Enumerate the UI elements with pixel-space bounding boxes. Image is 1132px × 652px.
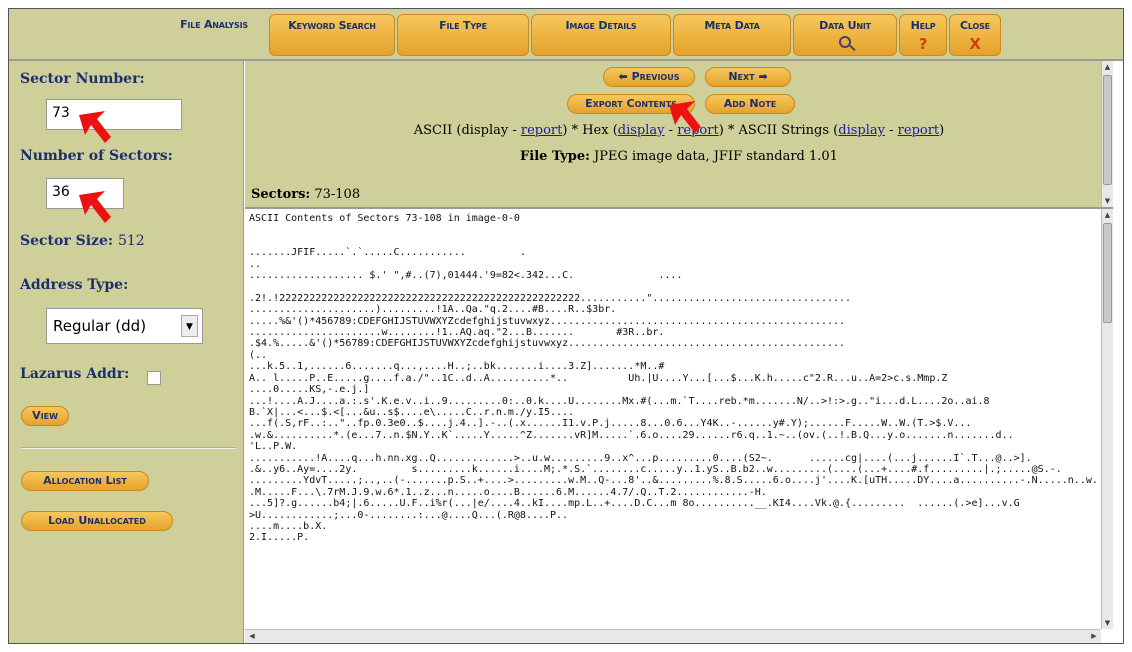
annotation-arrow-icon — [669, 101, 701, 133]
scroll-down-icon[interactable]: ▼ — [1102, 617, 1113, 629]
menu-label: File Analysis — [180, 18, 248, 31]
strings-display-link[interactable]: display — [838, 123, 885, 138]
sectors-label: Sectors: — [251, 187, 311, 202]
panel-scrollbar[interactable]: ▲ ▼ — [1101, 61, 1113, 207]
menu-label: Image Details — [565, 19, 637, 32]
help-icon: ? — [918, 35, 928, 53]
next-label: Next — [728, 70, 755, 83]
separator-dash: - — [884, 123, 898, 138]
sidebar: Sector Number: 73 Number of Sectors: 36 … — [9, 61, 244, 643]
sector-size-label: Sector Size: — [20, 233, 114, 249]
menu-meta-data[interactable]: Meta Data — [673, 14, 791, 56]
view-button[interactable]: View — [21, 406, 69, 426]
scroll-down-icon[interactable]: ▼ — [1102, 195, 1113, 207]
strings-label: ) * ASCII Strings ( — [718, 123, 839, 138]
annotation-arrow-icon — [79, 111, 111, 143]
menu-label: Close — [960, 19, 990, 32]
scroll-thumb[interactable] — [1103, 223, 1112, 323]
close-icon: X — [969, 35, 981, 53]
hex-label: ) * Hex ( — [562, 123, 618, 138]
menu-file-type[interactable]: File Type — [397, 14, 529, 56]
close-paren: ) — [939, 123, 945, 138]
arrow-left-icon: ⬅ — [618, 70, 628, 83]
address-type-select[interactable]: Regular (dd) ▼ — [46, 308, 203, 344]
scroll-up-icon[interactable]: ▲ — [1102, 209, 1113, 221]
strings-report-link[interactable]: report — [898, 123, 940, 138]
address-type-label: Address Type: — [20, 277, 129, 293]
file-type-line: File Type: JPEG image data, JFIF standar… — [245, 149, 1113, 164]
num-sectors-label: Number of Sectors: — [20, 148, 173, 164]
sector-size: Sector Size: 512 — [20, 233, 145, 249]
load-unallocated-button[interactable]: Load Unallocated — [21, 511, 173, 531]
ascii-contents: ASCII Contents of Sectors 73-108 in imag… — [249, 213, 1098, 544]
ascii-report-link[interactable]: report — [521, 123, 563, 138]
previous-label: Previous — [631, 70, 680, 83]
menu-label: Data Unit — [819, 19, 871, 32]
contents-horizontal-scrollbar[interactable]: ◀ ▶ — [245, 629, 1101, 643]
menu-data-unit[interactable]: Data Unit — [793, 14, 897, 56]
hex-display-link[interactable]: display — [618, 123, 665, 138]
divider — [21, 447, 236, 449]
ascii-label: ASCII (display - — [413, 123, 521, 138]
menu-file-analysis[interactable]: File Analysis — [159, 14, 269, 56]
annotation-arrow-icon — [79, 191, 111, 223]
contents-view: ASCII Contents of Sectors 73-108 in imag… — [245, 207, 1113, 643]
menu-close[interactable]: Close X — [949, 14, 1001, 56]
arrow-right-icon: ➡ — [758, 70, 768, 83]
menu-label: Meta Data — [704, 19, 760, 32]
sector-number-label: Sector Number: — [20, 71, 145, 87]
allocation-list-button[interactable]: Allocation List — [21, 471, 149, 491]
scroll-up-icon[interactable]: ▲ — [1102, 61, 1113, 73]
sectors-range: Sectors: 73-108 — [251, 187, 360, 202]
lazarus-label: Lazarus Addr: — [20, 366, 130, 382]
menu-help[interactable]: Help? — [899, 14, 947, 56]
sector-size-value: 512 — [117, 233, 145, 249]
menu-label: File Type — [439, 19, 487, 32]
menu-label: Keyword Search — [288, 19, 376, 32]
contents-vertical-scrollbar[interactable]: ▲ ▼ — [1101, 209, 1113, 629]
sectors-value: 73-108 — [310, 187, 361, 202]
lazarus-checkbox[interactable] — [147, 371, 161, 385]
app-frame: File Analysis Keyword Search File Type I… — [8, 8, 1124, 644]
top-menu-bar: File Analysis Keyword Search File Type I… — [9, 9, 1123, 61]
magnifier-icon — [839, 36, 851, 48]
scroll-right-icon[interactable]: ▶ — [1087, 630, 1101, 643]
address-type-value: Regular (dd) — [53, 317, 147, 335]
chevron-down-icon: ▼ — [181, 315, 198, 337]
file-type-label: File Type: — [520, 149, 590, 164]
menu-keyword-search[interactable]: Keyword Search — [269, 14, 395, 56]
menu-label: Help — [910, 19, 936, 32]
menu-image-details[interactable]: Image Details — [531, 14, 671, 56]
scroll-thumb[interactable] — [1103, 75, 1112, 185]
add-note-button[interactable]: Add Note — [705, 94, 795, 114]
scroll-left-icon[interactable]: ◀ — [245, 630, 259, 643]
next-button[interactable]: Next ➡ — [705, 67, 791, 87]
file-type-value: JPEG image data, JFIF standard 1.01 — [589, 149, 838, 164]
previous-button[interactable]: ⬅ Previous — [603, 67, 695, 87]
